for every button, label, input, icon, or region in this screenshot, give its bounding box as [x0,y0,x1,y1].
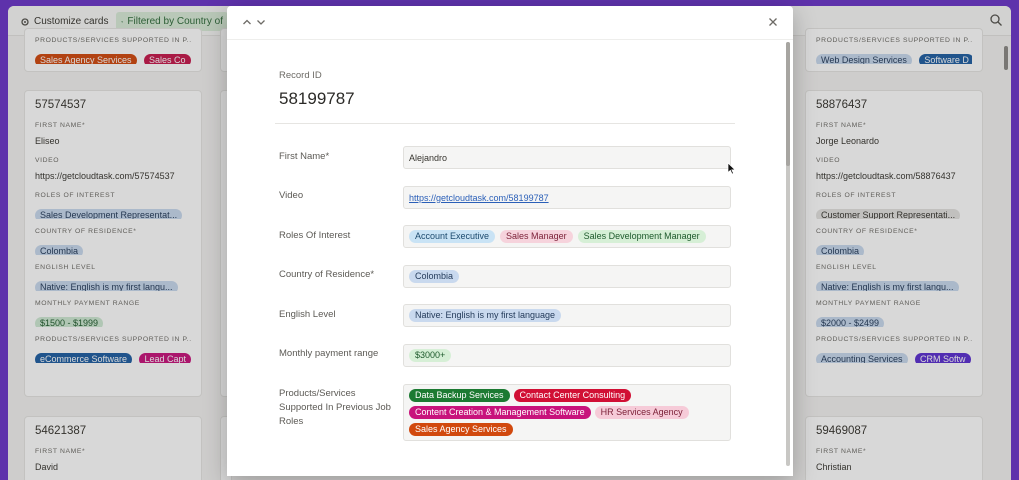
video-field[interactable]: https://getcloudtask.com/58199787 [403,186,731,209]
role-tag: Account Executive [409,230,496,243]
record-modal: Record ID 58199787 First Name* Alejandro… [227,6,793,476]
first-name-value: Alejandro [409,152,448,163]
modal-scrollbar-thumb[interactable] [786,42,790,166]
record-id-label: Record ID [279,70,322,81]
chevron-up-icon[interactable] [241,16,253,28]
product-tag: Sales Agency Services [409,423,513,436]
role-tag: Sales Manager [500,230,573,243]
product-tag: HR Services Agency [594,406,689,419]
video-label: Video [279,190,304,201]
first-name-label: First Name* [279,151,330,162]
english-level-label: English Level [279,309,336,320]
close-icon[interactable] [767,16,779,28]
product-tag: Contact Center Consulting [513,389,632,402]
english-level-field[interactable]: Native: English is my first language [403,304,731,327]
country-tag: Colombia [409,270,460,283]
role-tag: Sales Development Manager [577,230,706,243]
modal-header [227,6,793,40]
payment-range-label: Monthly payment range [279,348,379,359]
english-tag: Native: English is my first language [409,309,562,322]
payment-range-field[interactable]: $3000+ [403,344,731,367]
roles-label: Roles Of Interest [279,230,351,241]
first-name-field[interactable]: Alejandro [403,146,731,169]
divider [275,123,735,124]
chevron-down-icon[interactable] [255,16,267,28]
country-label: Country of Residence* [279,269,375,280]
payment-tag: $3000+ [409,349,452,362]
product-tag: Data Backup Services [409,389,510,402]
roles-field[interactable]: Account Executive Sales Manager Sales De… [403,225,731,248]
country-field[interactable]: Colombia [403,265,731,288]
product-tag: Content Creation & Management Software [409,406,591,419]
record-id-value: 58199787 [279,89,355,108]
products-field[interactable]: Data Backup Services Contact Center Cons… [403,384,731,441]
video-link[interactable]: https://getcloudtask.com/58199787 [409,193,549,203]
mouse-cursor-icon [727,162,736,175]
products-label: Products/Services Supported In Previous … [279,388,391,427]
